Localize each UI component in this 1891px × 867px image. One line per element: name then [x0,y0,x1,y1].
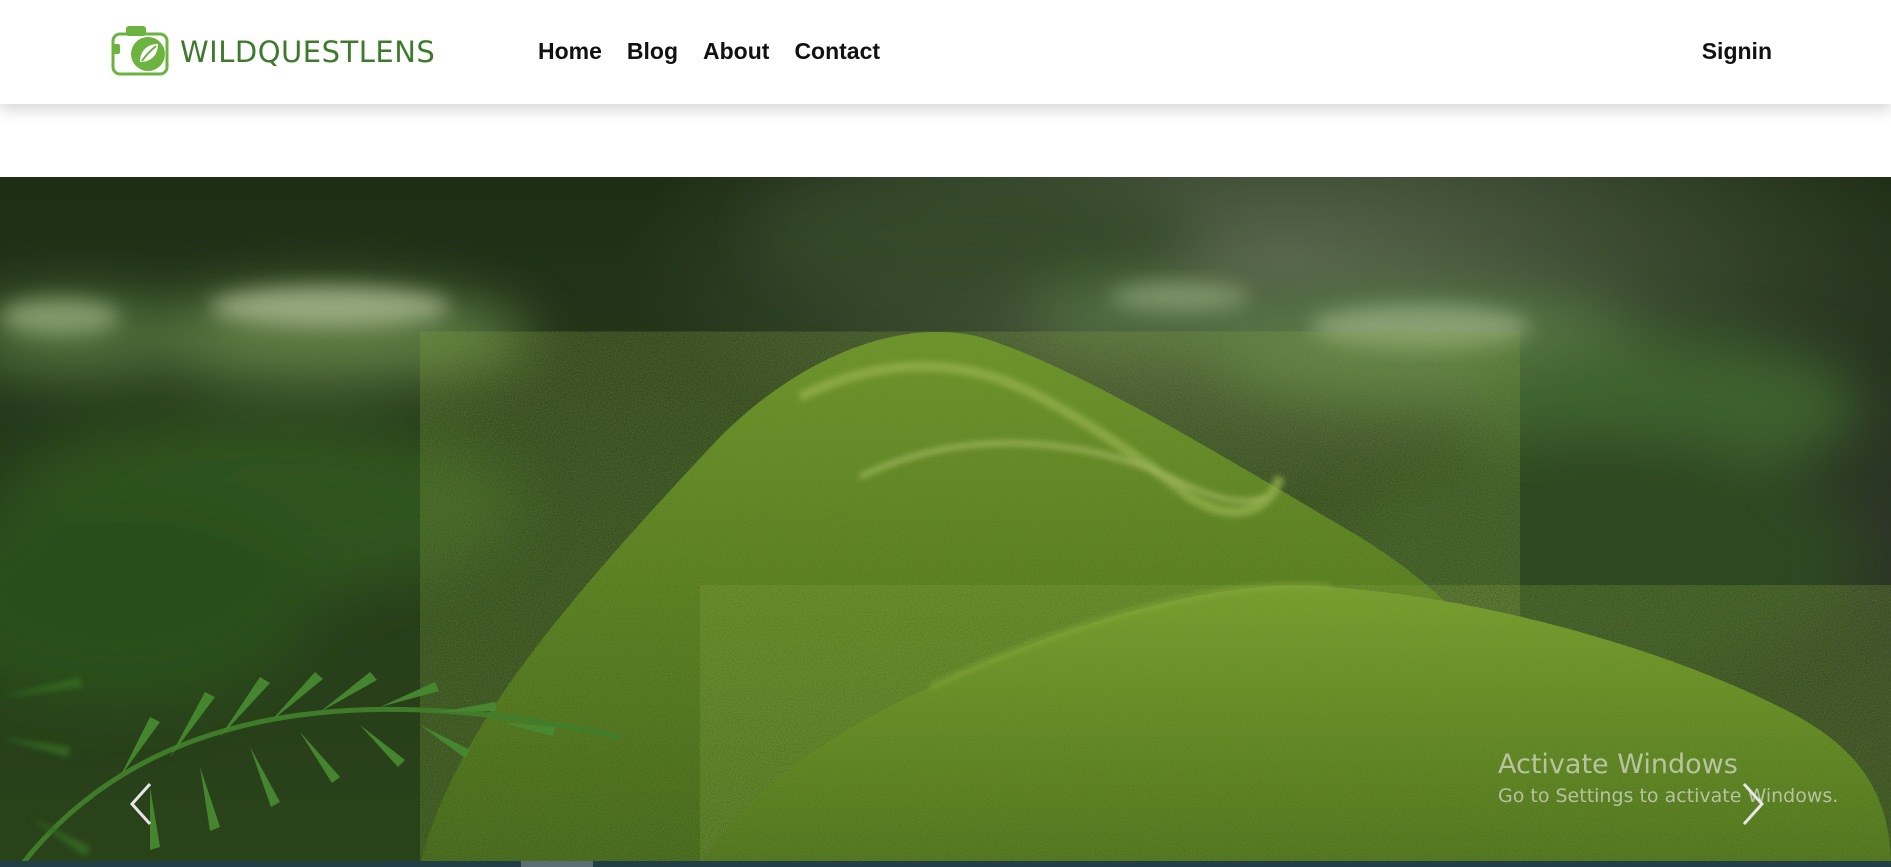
nav-link-home[interactable]: Home [538,36,602,66]
nav-link-about[interactable]: About [703,36,769,66]
nav-link-blog[interactable]: Blog [627,36,678,66]
watermark-subtitle: Go to Settings to activate Windows. [1498,785,1839,807]
nav-link-contact[interactable]: Contact [794,36,880,66]
watermark-title: Activate Windows [1498,749,1738,780]
carousel-prev-button[interactable] [118,777,164,831]
windows-activation-watermark: Activate Windows Go to Settings to activ… [1498,748,1838,810]
camera-leaf-icon [110,22,172,83]
main-nav: Home Blog About Contact [538,36,905,66]
chevron-left-icon [129,782,152,826]
page-bottom-strip [0,861,1891,867]
navbar: WILDQUESTLENS Home Blog About Contact Si… [0,0,1891,104]
brand-name: WILDQUESTLENS [180,35,436,69]
carousel-indicator[interactable] [521,861,593,867]
brand-logo-link[interactable]: WILDQUESTLENS [110,24,435,80]
signin-link[interactable]: Signin [1702,36,1772,66]
